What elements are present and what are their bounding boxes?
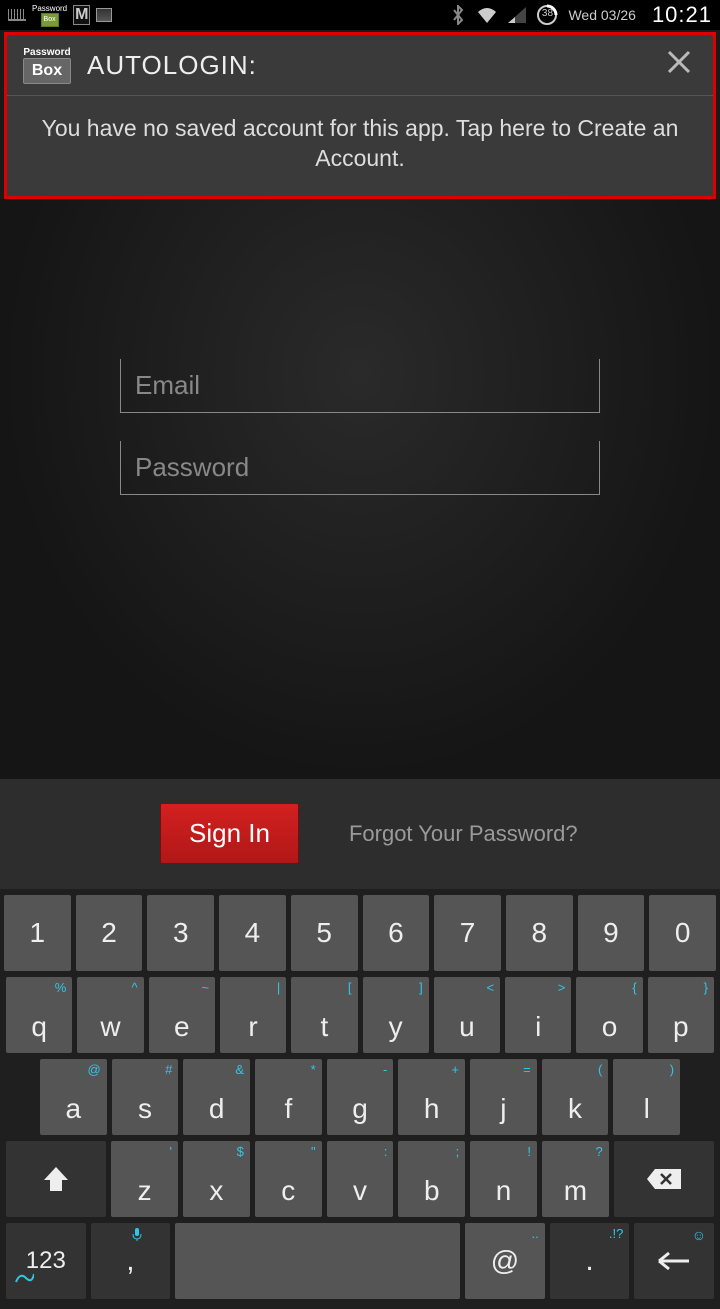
key-f[interactable]: *f: [255, 1059, 322, 1135]
key-x: $x: [183, 1141, 250, 1217]
key-5[interactable]: 5: [291, 895, 358, 971]
key-q[interactable]: %q: [6, 977, 72, 1053]
key-7[interactable]: 7: [434, 895, 501, 971]
status-date: Wed 03/26: [568, 7, 635, 23]
key-3[interactable]: 3: [147, 895, 214, 971]
key-n[interactable]: !n: [470, 1141, 537, 1217]
keyboard-row-1: 1 2 3 4 5 6 7 8 9 0: [4, 895, 716, 971]
key-e[interactable]: ~e: [149, 977, 215, 1053]
key-o[interactable]: {o: [576, 977, 642, 1053]
login-area: [0, 199, 720, 779]
keyboard-notification-icon: [8, 9, 26, 21]
key-6[interactable]: 6: [363, 895, 430, 971]
key-w[interactable]: ^w: [77, 977, 143, 1053]
close-icon[interactable]: [657, 47, 701, 84]
highlight-frame: Password Box AUTOLOGIN: You have no save…: [4, 32, 716, 199]
enter-key[interactable]: ☺: [634, 1223, 714, 1299]
comma-key[interactable]: ,: [91, 1223, 171, 1299]
signin-button[interactable]: Sign In: [160, 803, 299, 864]
email-field[interactable]: [135, 370, 585, 401]
signal-icon: [508, 7, 526, 23]
password-field[interactable]: [135, 452, 585, 483]
at-key[interactable]: @..: [465, 1223, 545, 1299]
autologin-title: AUTOLOGIN:: [87, 50, 657, 81]
key-2[interactable]: 2: [76, 895, 143, 971]
key-l[interactable]: )l: [613, 1059, 680, 1135]
key-h[interactable]: +h: [398, 1059, 465, 1135]
key-i[interactable]: >i: [505, 977, 571, 1053]
battery-icon: 38: [536, 4, 558, 26]
backspace-key[interactable]: [614, 1141, 714, 1217]
shift-key[interactable]: [6, 1141, 106, 1217]
key-t[interactable]: [t: [291, 977, 357, 1053]
key-k[interactable]: (k: [542, 1059, 609, 1135]
gmail-icon: M: [73, 5, 90, 25]
key-v[interactable]: :v: [327, 1141, 394, 1217]
swype-icon: [14, 1265, 34, 1293]
key-r[interactable]: |r: [220, 977, 286, 1053]
key-z[interactable]: 'z: [111, 1141, 178, 1217]
autologin-header: Password Box AUTOLOGIN:: [7, 35, 713, 96]
key-b[interactable]: ;b: [398, 1141, 465, 1217]
keyboard: 1 2 3 4 5 6 7 8 9 0 %q ^w ~e |r [t ]y <u…: [0, 889, 720, 1309]
status-left: Password Box M: [8, 4, 112, 27]
mic-icon: [132, 1227, 142, 1244]
key-d[interactable]: &d: [183, 1059, 250, 1135]
passwordbox-notification-icon: Password Box: [32, 4, 67, 27]
keyboard-row-5: 123 , @.. .!? . ☺: [4, 1223, 716, 1299]
key-u[interactable]: <u: [434, 977, 500, 1053]
emoji-icon: ☺: [692, 1227, 706, 1243]
autologin-panel[interactable]: Password Box AUTOLOGIN: You have no save…: [7, 35, 713, 196]
keyboard-row-4: 'z $x "c :v ;b !n ?m: [4, 1141, 716, 1217]
gallery-icon: [96, 8, 112, 22]
status-time: 10:21: [652, 2, 712, 28]
key-1[interactable]: 1: [4, 895, 71, 971]
key-a[interactable]: @a: [40, 1059, 107, 1135]
email-field-wrap: [120, 359, 600, 413]
key-8[interactable]: 8: [506, 895, 573, 971]
autologin-message[interactable]: You have no saved account for this app. …: [7, 96, 713, 196]
key-j[interactable]: =j: [470, 1059, 537, 1135]
passwordbox-logo: Password Box: [19, 41, 75, 89]
logo-label-top: Password: [23, 47, 70, 58]
keyboard-row-2: %q ^w ~e |r [t ]y <u >i {o }p: [4, 977, 716, 1053]
logo-label-box: Box: [23, 58, 71, 84]
key-c[interactable]: "c: [255, 1141, 322, 1217]
status-bar: Password Box M 38 Wed 03/26 10:21: [0, 0, 720, 30]
forgot-password-link[interactable]: Forgot Your Password?: [349, 821, 578, 847]
key-4[interactable]: 4: [219, 895, 286, 971]
signin-row: Sign In Forgot Your Password?: [0, 779, 720, 889]
password-field-wrap: [120, 441, 600, 495]
key-p[interactable]: }p: [648, 977, 714, 1053]
space-key[interactable]: [175, 1223, 460, 1299]
bluetooth-icon: [450, 5, 466, 25]
key-m[interactable]: ?m: [542, 1141, 609, 1217]
key-0[interactable]: 0: [649, 895, 716, 971]
key-g[interactable]: -g: [327, 1059, 394, 1135]
key-9[interactable]: 9: [578, 895, 645, 971]
key-y[interactable]: ]y: [363, 977, 429, 1053]
key-s[interactable]: #s: [112, 1059, 179, 1135]
wifi-icon: [476, 6, 498, 24]
numbers-key[interactable]: 123: [6, 1223, 86, 1299]
status-right: 38 Wed 03/26 10:21: [450, 2, 712, 28]
keyboard-row-3: @a #s &d *f -g +h =j (k )l: [4, 1059, 716, 1135]
period-key[interactable]: .!? .: [550, 1223, 630, 1299]
